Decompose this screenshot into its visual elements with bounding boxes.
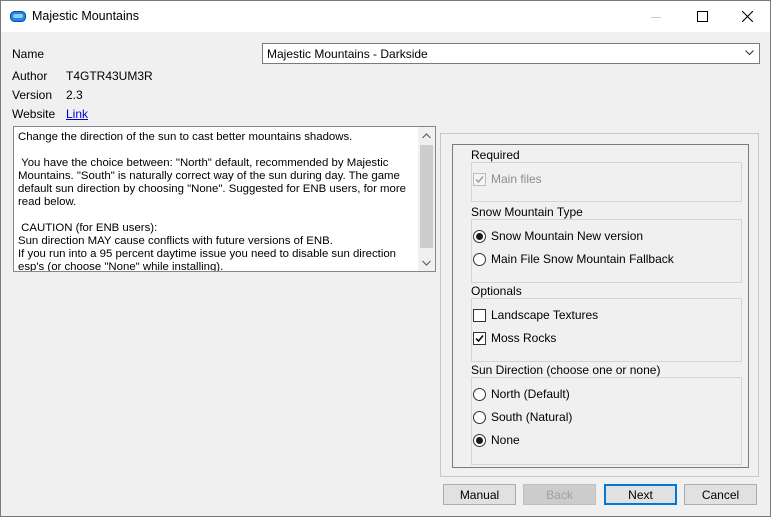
radio-snow-fallback[interactable] — [473, 252, 486, 266]
options-panel: Required Main files Snow Mountain Type S… — [440, 133, 759, 477]
group-title-snow: Snow Mountain Type — [471, 205, 583, 219]
next-button[interactable]: Next — [604, 484, 677, 505]
maximize-icon — [696, 11, 708, 22]
checkmark-icon — [475, 175, 484, 183]
version-label: Version — [12, 88, 53, 102]
option-main-files[interactable]: Main files — [473, 171, 542, 187]
chevron-up-icon — [422, 132, 431, 138]
radio-sun-north[interactable] — [473, 387, 486, 401]
checkbox-main-files[interactable] — [473, 172, 486, 186]
description-scrollbar[interactable] — [418, 127, 435, 271]
group-title-required: Required — [471, 148, 520, 162]
checkbox-moss-rocks[interactable] — [473, 331, 486, 345]
radio-sun-none[interactable] — [473, 433, 486, 447]
window-title: Majestic Mountains — [32, 9, 139, 23]
option-moss-rocks[interactable]: Moss Rocks — [473, 330, 556, 346]
option-label: Landscape Textures — [491, 308, 599, 322]
option-label: North (Default) — [491, 387, 570, 401]
scroll-down-button[interactable] — [418, 254, 435, 271]
close-button[interactable] — [724, 1, 770, 32]
description-box[interactable]: Change the direction of the sun to cast … — [13, 126, 436, 272]
option-snow-fallback[interactable]: Main File Snow Mountain Fallback — [473, 251, 674, 267]
website-label: Website — [12, 107, 56, 121]
author-label: Author — [12, 69, 48, 83]
group-title-sun: Sun Direction (choose one or none) — [471, 363, 661, 377]
website-link[interactable]: Link — [66, 107, 88, 121]
app-icon — [10, 11, 26, 22]
title-bar[interactable]: Majestic Mountains — [1, 1, 770, 32]
option-label: Snow Mountain New version — [491, 229, 644, 243]
option-groups-panel: Required Main files Snow Mountain Type S… — [452, 144, 749, 468]
option-label: South (Natural) — [491, 410, 573, 424]
option-landscape-textures[interactable]: Landscape Textures — [473, 307, 598, 323]
option-label: Main File Snow Mountain Fallback — [491, 252, 674, 266]
minimize-icon — [651, 16, 661, 18]
cancel-button[interactable]: Cancel — [684, 484, 757, 505]
chevron-down-icon — [422, 260, 431, 266]
description-text: Change the direction of the sun to cast … — [18, 131, 406, 272]
option-label: Moss Rocks — [491, 331, 557, 345]
chevron-down-icon — [745, 50, 754, 56]
option-sun-none[interactable]: None — [473, 432, 520, 448]
checkbox-landscape-textures[interactable] — [473, 308, 486, 322]
name-select-value: Majestic Mountains - Darkside — [267, 47, 428, 61]
option-label: None — [491, 433, 520, 447]
scroll-up-button[interactable] — [418, 127, 435, 144]
radio-snow-new[interactable] — [473, 229, 486, 243]
name-select[interactable]: Majestic Mountains - Darkside — [262, 43, 760, 64]
option-sun-south[interactable]: South (Natural) — [473, 409, 572, 425]
maximize-button[interactable] — [679, 1, 725, 32]
minimize-button[interactable] — [633, 1, 679, 32]
close-icon — [741, 11, 753, 22]
option-label: Main files — [491, 172, 542, 186]
scroll-thumb[interactable] — [420, 145, 433, 248]
back-button[interactable]: Back — [523, 484, 596, 505]
manual-button[interactable]: Manual — [443, 484, 516, 505]
name-label: Name — [12, 47, 45, 61]
installer-window: Majestic Mountains Name Author T4GTR43UM… — [0, 0, 771, 517]
option-snow-new[interactable]: Snow Mountain New version — [473, 228, 643, 244]
group-title-optionals: Optionals — [471, 284, 522, 298]
option-sun-north[interactable]: North (Default) — [473, 386, 570, 402]
checkmark-icon — [475, 334, 484, 342]
radio-sun-south[interactable] — [473, 410, 486, 424]
author-value: T4GTR43UM3R — [66, 69, 153, 83]
version-value: 2.3 — [66, 88, 83, 102]
